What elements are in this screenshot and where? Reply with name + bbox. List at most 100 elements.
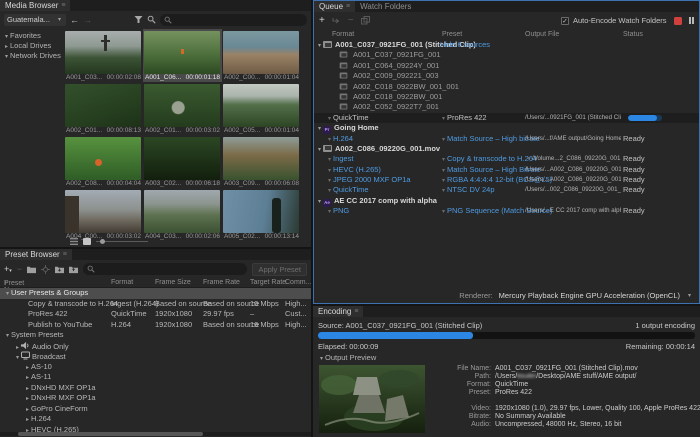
clip-thumbnail[interactable] [65,137,141,180]
clip-cell[interactable]: A003_C02...00:00:06:18 [143,135,222,188]
thumbnail-zoom-slider[interactable] [96,241,148,242]
preset-group-user-presets[interactable]: ▾User Presets & Groups [0,288,311,299]
duplicate-icon[interactable] [361,16,370,25]
queue-output-row[interactable]: ▾HEVC (H.265) ▾Match Source – High Bitra… [314,165,699,175]
slider-knob[interactable] [100,239,105,244]
preset-row[interactable]: Publish to YouTubeH.2641920x1080Based on… [0,320,311,331]
clip-thumbnail[interactable] [144,190,220,233]
clip-thumbnail[interactable] [144,137,220,180]
column-target-rate[interactable]: Target Rate [250,279,286,286]
column-frame-rate[interactable]: Frame Rate [203,279,240,286]
apply-preset-button[interactable]: Apply Preset [252,263,307,276]
preset-folder[interactable]: ▸AS-10 [0,362,311,373]
column-frame-size[interactable]: Frame Size [155,279,191,286]
clip-thumbnail[interactable] [65,84,141,127]
clip-cell[interactable]: A002_C01...00:00:03:02 [143,82,222,135]
preset-group-system-presets[interactable]: ▾System Presets [0,330,311,341]
clip-cell[interactable]: A003_C09...00:00:06:08 [222,135,301,188]
preset-folder[interactable]: ▸DNxHR MXF OP1a [0,393,311,404]
preset-folder-audio-only[interactable]: ▸Audio Only [0,341,311,352]
queue-group-row[interactable]: ▾PrGoing Home [314,123,699,133]
filter-funnel-icon[interactable] [134,15,143,24]
preset-row[interactable]: Copy & transcode to H.264Ingest (H.264)B… [0,299,311,310]
preset-folder-broadcast[interactable]: ▾Broadcast [0,351,311,362]
tab-encoding[interactable]: Encoding ≡ [313,306,363,317]
panel-menu-icon[interactable]: ≡ [63,251,67,258]
column-preset[interactable]: Preset [442,31,462,38]
clip-thumbnail[interactable] [223,137,299,180]
clip-thumbnail[interactable] [223,84,299,127]
clip-thumbnail[interactable] [223,190,299,233]
preset-folder[interactable]: ▸AS-11 [0,372,311,383]
clip-thumbnail[interactable] [65,31,141,74]
preset-folder[interactable]: ▸DNxHD MXF OP1a [0,383,311,394]
add-output-icon[interactable] [332,17,341,25]
stop-queue-button[interactable] [674,17,682,25]
clip-cell[interactable]: A002_C01...00:00:08:13 [64,82,143,135]
new-preset-button[interactable]: +▾ [4,264,12,274]
clip-thumbnail[interactable] [223,31,299,74]
delete-preset-button[interactable]: − [17,264,22,274]
output-preview-header[interactable]: ▾Output Preview [313,351,700,363]
horizontal-scrollbar[interactable] [0,432,311,436]
queue-group-row[interactable]: ▾AeAE CC 2017 comp with alpha [314,196,699,206]
queue-group-row[interactable]: ▾A001_C037_0921FG_001 (Stitched Clip) Hi… [314,40,699,50]
panel-menu-icon[interactable]: ≡ [346,3,350,10]
column-format[interactable]: Format [332,31,354,38]
pause-queue-button[interactable] [689,17,695,24]
clip-thumbnail[interactable] [65,190,141,233]
clip-cell[interactable]: A001_C03...00:00:02:08 [64,29,143,82]
preset-row[interactable]: ProRes 422QuickTime1920x108029.97 fps–Cu… [0,309,311,320]
queue-source-row[interactable]: A001_C064_09224Y_001 [314,61,699,71]
thumbnail-view-icon[interactable] [83,238,91,245]
queue-source-row[interactable]: A002_C018_0922BW_001 [314,92,699,102]
location-dropdown[interactable]: Guatemala... ▾ [4,14,66,26]
renderer-dropdown[interactable]: Mercury Playback Engine GPU Acceleration… [499,291,680,300]
forward-arrow-icon[interactable]: → [83,15,92,25]
ingest-settings-icon[interactable] [147,15,156,24]
media-search-input[interactable] [160,14,307,26]
clip-cell[interactable]: A004_C00...00:00:03:02 [64,188,143,241]
scrollbar-thumb[interactable] [18,432,203,436]
import-preset-folder-icon[interactable] [55,265,64,274]
list-view-icon[interactable] [70,238,78,245]
tree-item-favorites[interactable]: ▾Favorites [0,31,64,41]
hide-sources-link[interactable]: Hide 6 sources [440,40,490,50]
column-format[interactable]: Format [111,279,133,286]
tree-item-local-drives[interactable]: ▸Local Drives [0,41,64,51]
clip-cell[interactable]: A004_C03...00:00:02:06 [143,188,222,241]
panel-menu-icon[interactable]: ≡ [61,2,65,9]
preset-folder[interactable]: ▸H.264 [0,414,311,425]
queue-source-row[interactable]: A002_C018_0922BW_001_001 [314,82,699,92]
clip-thumbnail[interactable] [144,84,220,127]
column-output-file[interactable]: Output File [525,31,559,38]
add-source-button[interactable]: + [319,15,325,26]
clip-cell[interactable]: A002_C08...00:00:04:04 [64,135,143,188]
remove-button[interactable]: − [348,15,354,26]
tab-queue[interactable]: Queue ≡ [314,1,355,12]
queue-output-row[interactable]: ▾Ingest ▾Copy & transcode to H.264 ▾/Vol… [314,154,699,164]
preset-search-input[interactable] [83,263,247,275]
column-comment[interactable]: Comm... [285,279,311,286]
back-arrow-icon[interactable]: ← [70,15,79,25]
queue-group-row[interactable]: ▾A002_C086_09220G_001.mov [314,144,699,154]
queue-output-row[interactable]: ▾PNG ▾PNG Sequence (Match Source) /Users… [314,206,699,216]
queue-source-row[interactable]: A002_C009_092221_003 [314,71,699,81]
clip-cell-selected[interactable]: A001_C06...00:00:01:18 [143,29,222,82]
clip-cell[interactable]: A002_C05...00:00:01:04 [222,82,301,135]
tree-item-network-drives[interactable]: ▾Network Drives [0,51,64,61]
new-group-folder-icon[interactable] [27,265,36,274]
column-status[interactable]: Status [623,31,643,38]
queue-output-row[interactable]: ▾QuickTime ▾NTSC DV 24p /Users/...002_C0… [314,185,699,195]
queue-output-row-encoding[interactable]: ▾QuickTime ▾ProRes 422 /Users/...0921FG_… [314,113,699,123]
queue-output-row[interactable]: ▾H.264 ▾Match Source – High bitrate /Use… [314,134,699,144]
clip-cell[interactable]: A005_C02...00:00:13:14 [222,188,301,241]
preset-settings-gear-icon[interactable] [41,265,50,274]
auto-encode-checkbox[interactable]: ✓ [561,17,569,25]
clip-cell[interactable]: A002_C00...00:00:01:04 [222,29,301,82]
preset-folder[interactable]: ▸GoPro CineForm [0,404,311,415]
tab-media-browser[interactable]: Media Browser ≡ [0,0,70,11]
tab-preset-browser[interactable]: Preset Browser ≡ [0,249,72,260]
queue-source-row[interactable]: A001_C037_0921FG_001 [314,50,699,60]
panel-menu-icon[interactable]: ≡ [354,308,358,315]
